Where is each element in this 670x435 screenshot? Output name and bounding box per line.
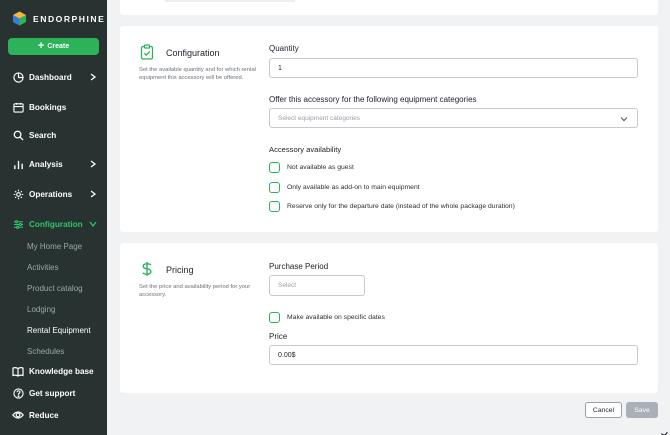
option-departure-date-only[interactable]: Reserve only for the departure date (ins… xyxy=(269,201,515,212)
plus-icon: + xyxy=(37,40,45,52)
brand[interactable]: ENDORPHINE xyxy=(12,11,105,26)
create-button[interactable]: + Create xyxy=(8,38,99,55)
sidebar-item-label: Dashboard xyxy=(29,72,72,82)
categories-label: Offer this accessory for the following e… xyxy=(269,95,477,104)
checkbox-label: Not available as guest xyxy=(287,164,354,171)
chevron-down-icon xyxy=(88,219,98,229)
create-button-label: Create xyxy=(47,43,70,50)
chevron-right-icon xyxy=(88,189,98,199)
sidebar-subitem-activities[interactable]: Activities xyxy=(27,263,59,272)
checkbox-label: Make available on specific dates xyxy=(287,314,385,321)
sidebar-item-bookings[interactable]: Bookings xyxy=(0,96,107,118)
sidebar-subitem-my-home-page[interactable]: My Home Page xyxy=(27,242,82,251)
sidebar-item-label: Reduce xyxy=(29,410,59,420)
sidebar-subitem-schedules[interactable]: Schedules xyxy=(27,347,64,354)
equipment-categories-select[interactable]: Select equipment categories xyxy=(269,108,638,128)
cancel-button[interactable]: Cancel xyxy=(585,402,622,418)
calendar-icon xyxy=(12,101,24,113)
sidebar-item-reduce[interactable]: Reduce xyxy=(0,404,107,426)
pie-chart-icon xyxy=(12,71,24,83)
quantity-value: 1 xyxy=(278,64,282,72)
option-not-available-guest[interactable]: Not available as guest xyxy=(269,162,354,173)
sidebar-item-configuration[interactable]: Configuration xyxy=(0,213,107,235)
sidebar-item-dashboard[interactable]: Dashboard xyxy=(0,66,107,88)
chevron-right-icon xyxy=(88,159,98,169)
section-title: Pricing xyxy=(166,265,194,275)
gear-icon xyxy=(12,188,24,200)
sidebar-item-get-support[interactable]: Get support xyxy=(0,382,107,404)
sidebar-item-label: Configuration xyxy=(29,219,83,229)
sidebar-item-label: Bookings xyxy=(29,102,67,112)
quantity-label: Quantity xyxy=(269,44,299,53)
sidebar-item-label: Knowledge base xyxy=(29,366,94,376)
availability-label: Accessory availability xyxy=(269,145,342,154)
sidebar-subitem-rental-equipment[interactable]: Rental Equipment xyxy=(27,326,91,335)
chevron-right-icon xyxy=(88,72,98,82)
price-label: Price xyxy=(269,332,288,341)
endorphine-logo-icon xyxy=(12,11,27,26)
checkbox[interactable] xyxy=(269,312,280,323)
pricing-section: Pricing Set the price and availability p… xyxy=(120,243,658,393)
checkbox-label: Only available as add-on to main equipme… xyxy=(287,184,420,191)
configuration-section: Configuration Set the available quantity… xyxy=(120,26,658,232)
sidebar-subitem-product-catalog[interactable]: Product catalog xyxy=(27,284,83,293)
quantity-input[interactable]: 1 xyxy=(269,58,638,78)
sidebar-item-analysis[interactable]: Analysis xyxy=(0,153,107,175)
sidebar-item-label: Operations xyxy=(29,189,73,199)
price-input[interactable]: 0.00$ xyxy=(269,345,638,365)
eye-icon xyxy=(12,409,24,421)
section-description: Set the price and availability period fo… xyxy=(139,284,251,298)
sidebar-item-search[interactable]: Search xyxy=(0,124,107,146)
save-button[interactable]: Save xyxy=(626,402,658,418)
clipboard-check-icon xyxy=(140,44,154,60)
chevron-down-icon xyxy=(620,115,628,123)
price-value: 0.00$ xyxy=(278,351,296,359)
dollar-icon xyxy=(141,261,155,277)
divider xyxy=(165,0,295,2)
brand-name: ENDORPHINE xyxy=(33,13,106,24)
purchase-period-select[interactable]: Select xyxy=(269,275,365,296)
section-title: Configuration xyxy=(166,48,220,58)
sidebar-item-operations[interactable]: Operations xyxy=(0,183,107,205)
sidebar-subitem-lodging[interactable]: Lodging xyxy=(27,305,55,314)
checkbox[interactable] xyxy=(269,201,280,212)
period-placeholder: Select xyxy=(278,282,297,289)
sidebar-item-label: Search xyxy=(29,130,57,140)
sidebar-item-knowledge-base[interactable]: Knowledge base xyxy=(0,360,107,382)
categories-placeholder: Select equipment categories xyxy=(278,114,361,122)
sidebar-item-label: Get support xyxy=(29,388,76,398)
book-icon xyxy=(12,365,24,377)
checkbox[interactable] xyxy=(269,182,280,193)
sliders-icon xyxy=(12,218,24,230)
purchase-period-label: Purchase Period xyxy=(269,262,329,271)
checkbox[interactable] xyxy=(269,162,280,173)
previous-section-card xyxy=(120,0,658,15)
search-icon xyxy=(12,129,24,141)
sidebar: ENDORPHINE + Create Dashboard Bookings S… xyxy=(0,0,107,435)
bar-chart-icon xyxy=(12,158,24,170)
option-specific-dates[interactable]: Make available on specific dates xyxy=(269,312,385,323)
option-addon-only[interactable]: Only available as add-on to main equipme… xyxy=(269,182,420,193)
checkbox-label: Reserve only for the departure date (ins… xyxy=(287,203,515,210)
section-description: Set the available quantity and for which… xyxy=(139,67,256,81)
help-circle-icon xyxy=(12,387,24,399)
loading-spinner-icon xyxy=(660,423,668,435)
sidebar-item-label: Analysis xyxy=(29,159,63,169)
